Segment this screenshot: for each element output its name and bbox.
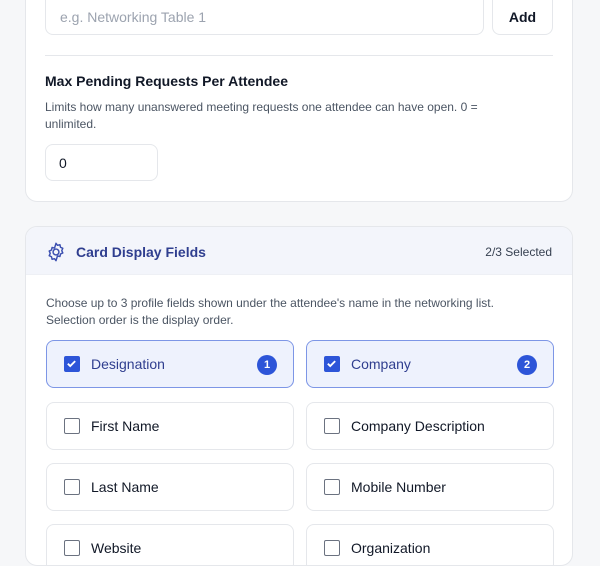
order-badge: 2: [517, 355, 537, 375]
field-option-company-description[interactable]: Company Description: [306, 402, 554, 450]
field-option-last-name[interactable]: Last Name: [46, 463, 294, 511]
max-pending-input[interactable]: [46, 145, 157, 180]
checkbox[interactable]: [64, 540, 80, 556]
checkbox[interactable]: [324, 540, 340, 556]
field-option-label: Website: [91, 540, 142, 556]
field-option-label: Company Description: [351, 418, 485, 434]
field-option-company[interactable]: Company 2: [306, 340, 554, 388]
table-name-input[interactable]: [46, 0, 483, 34]
max-pending-field[interactable]: [45, 144, 158, 181]
field-option-designation[interactable]: Designation 1: [46, 340, 294, 388]
table-name-field[interactable]: [45, 0, 484, 35]
checkbox[interactable]: [324, 418, 340, 434]
card-display-fields-title: Card Display Fields: [76, 244, 206, 260]
checkbox[interactable]: [64, 356, 80, 372]
checkbox[interactable]: [324, 479, 340, 495]
checkbox[interactable]: [64, 418, 80, 434]
field-option-website[interactable]: Website: [46, 524, 294, 565]
field-option-mobile-number[interactable]: Mobile Number: [306, 463, 554, 511]
card-display-fields-description: Choose up to 3 profile fields shown unde…: [46, 296, 494, 327]
card-display-fields-card: Card Display Fields 2/3 Selected Choose …: [25, 226, 573, 566]
gear-icon: [45, 241, 67, 263]
selected-count: 2/3 Selected: [485, 245, 552, 259]
divider: [45, 55, 553, 56]
add-button[interactable]: Add: [492, 0, 553, 35]
field-option-organization[interactable]: Organization: [306, 524, 554, 565]
card-display-fields-header: Card Display Fields 2/3 Selected: [26, 227, 572, 275]
field-option-label: Mobile Number: [351, 479, 446, 495]
field-option-label: First Name: [91, 418, 160, 434]
field-option-label: Company: [351, 356, 411, 372]
order-badge: 1: [257, 355, 277, 375]
max-pending-description: Limits how many unanswered meeting reque…: [45, 100, 478, 131]
field-option-first-name[interactable]: First Name: [46, 402, 294, 450]
field-option-label: Last Name: [91, 479, 159, 495]
field-option-label: Designation: [91, 356, 165, 372]
field-option-label: Organization: [351, 540, 431, 556]
max-pending-title: Max Pending Requests Per Attendee: [45, 73, 288, 89]
checkbox[interactable]: [64, 479, 80, 495]
checkbox[interactable]: [324, 356, 340, 372]
